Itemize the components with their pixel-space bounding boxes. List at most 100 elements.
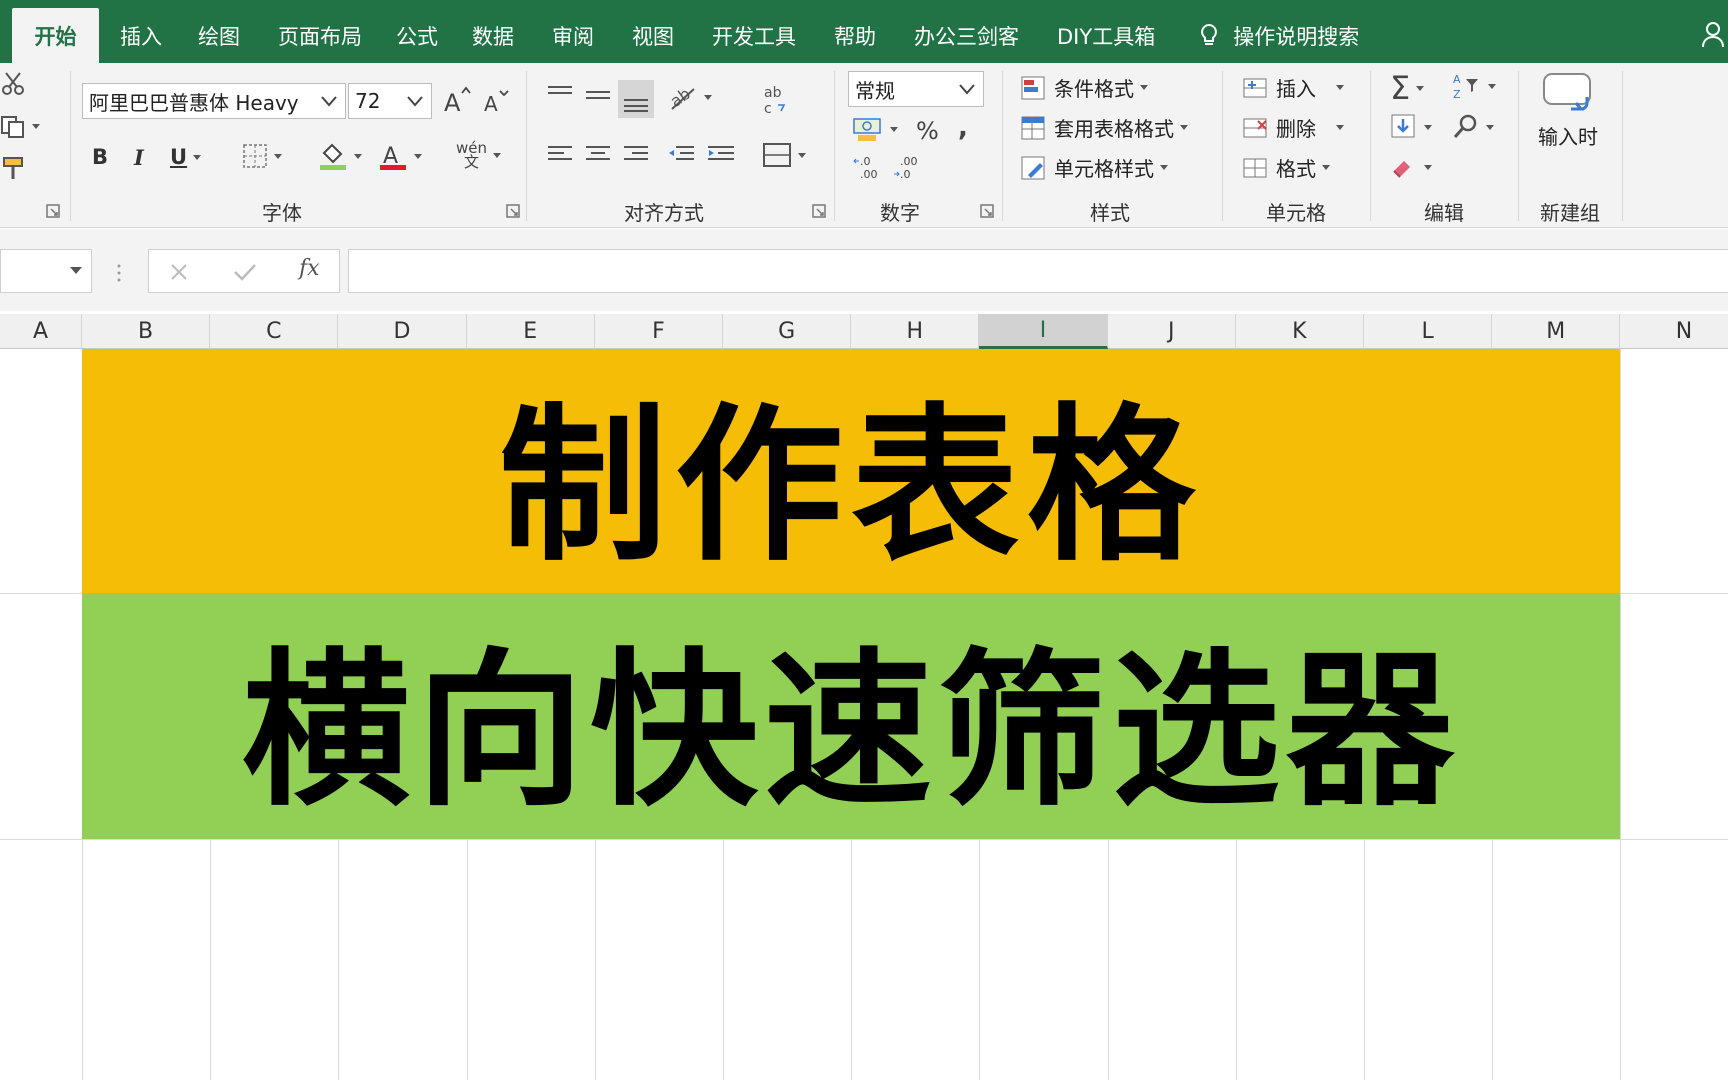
group-label-editing: 编辑	[1424, 201, 1464, 225]
decrease-indent-button[interactable]	[666, 143, 696, 167]
chevron-down-icon	[274, 153, 282, 159]
align-top-button[interactable]	[546, 83, 574, 107]
column-header-f[interactable]: F	[595, 314, 723, 349]
column-header-b[interactable]: B	[82, 314, 211, 349]
column-header-g[interactable]: G	[723, 314, 852, 349]
decrease-decimal-button[interactable]: .00.0	[892, 153, 922, 181]
tab-home[interactable]: 开始	[12, 8, 99, 63]
title-banner-cell[interactable]: 制作表格	[82, 349, 1620, 593]
drag-handle-icon[interactable]	[116, 263, 122, 283]
chevron-down-icon	[959, 84, 975, 95]
phonetic-guide-button[interactable]: wén 文	[456, 141, 502, 170]
column-header-c[interactable]: C	[210, 314, 339, 349]
column-header-d[interactable]: D	[338, 314, 467, 349]
increase-font-size-button[interactable]: A	[442, 85, 472, 115]
cut-button[interactable]	[0, 71, 26, 97]
font-size-select[interactable]: 72	[348, 83, 432, 119]
column-header-k[interactable]: K	[1236, 314, 1364, 349]
column-header-a[interactable]: A	[0, 314, 82, 349]
clipboard-launcher-icon[interactable]	[46, 204, 60, 218]
tab-data[interactable]: 数据	[459, 8, 527, 63]
increase-decimal-button[interactable]: .0.00	[852, 153, 882, 181]
subtitle-banner-cell[interactable]: 横向快速筛选器	[82, 593, 1620, 839]
input-time-label: 输入时	[1538, 125, 1598, 149]
svg-text:Z: Z	[1453, 88, 1461, 101]
find-select-button[interactable]	[1452, 113, 1494, 141]
svg-text:ab: ab	[764, 85, 782, 101]
column-header-l[interactable]: L	[1364, 314, 1493, 349]
fill-button[interactable]	[1390, 113, 1432, 141]
tab-formulas[interactable]: 公式	[383, 8, 451, 63]
number-launcher-icon[interactable]	[980, 204, 994, 218]
chevron-down-icon	[1322, 165, 1330, 170]
wrap-text-button[interactable]: ab c	[762, 83, 790, 117]
align-center-button[interactable]	[584, 143, 612, 167]
cell-styles-button[interactable]: 单元格样式	[1020, 153, 1168, 182]
checkmark-icon[interactable]	[233, 262, 257, 282]
clear-button[interactable]	[1390, 155, 1432, 179]
tab-insert[interactable]: 插入	[107, 8, 175, 63]
name-box[interactable]	[0, 249, 92, 293]
bold-button[interactable]: B	[92, 145, 108, 169]
format-as-table-button[interactable]: 套用表格格式	[1020, 113, 1188, 142]
input-time-button[interactable]: 输入时	[1538, 71, 1598, 150]
merge-center-button[interactable]	[762, 141, 806, 169]
percent-style-button[interactable]: %	[916, 117, 939, 145]
cancel-icon[interactable]	[169, 262, 189, 282]
align-middle-button[interactable]	[584, 83, 612, 107]
autosum-button[interactable]: Σ	[1390, 69, 1425, 107]
format-painter-button[interactable]	[0, 155, 26, 181]
insert-cells-button[interactable]: 插入	[1242, 73, 1344, 102]
format-cells-button[interactable]: 格式	[1242, 153, 1330, 182]
font-launcher-icon[interactable]	[506, 204, 520, 218]
format-cells-icon	[1243, 158, 1267, 177]
copy-button[interactable]	[0, 113, 40, 139]
align-left-button[interactable]	[546, 143, 574, 167]
tab-page-layout[interactable]: 页面布局	[265, 8, 375, 63]
worksheet-grid[interactable]: 制作表格 横向快速筛选器	[0, 349, 1728, 1080]
sort-filter-icon: AZ	[1453, 73, 1478, 101]
tab-draw[interactable]: 绘图	[185, 8, 253, 63]
column-header-h[interactable]: H	[851, 314, 980, 349]
column-header-m[interactable]: M	[1492, 314, 1621, 349]
insert-function-icon[interactable]: fx	[299, 256, 320, 281]
insert-cells-icon	[1243, 78, 1267, 97]
accounting-format-button[interactable]	[852, 115, 898, 143]
column-header-j[interactable]: J	[1108, 314, 1236, 349]
font-color-button[interactable]: A	[378, 141, 422, 171]
borders-button[interactable]	[242, 143, 282, 169]
decrease-font-size-button[interactable]: A	[482, 87, 510, 115]
align-bottom-button[interactable]	[618, 80, 654, 118]
column-header-n[interactable]: N	[1620, 314, 1728, 349]
chevron-down-icon	[321, 96, 337, 107]
column-header-i[interactable]: I	[979, 314, 1108, 349]
fill-color-button[interactable]	[318, 141, 362, 171]
user-icon[interactable]	[1702, 20, 1724, 48]
tab-diy-toolbox[interactable]: DIY工具箱	[1044, 8, 1168, 63]
align-right-button[interactable]	[622, 143, 650, 167]
delete-cells-button[interactable]: 删除	[1242, 113, 1344, 142]
comma-style-button[interactable]: ,	[958, 113, 968, 143]
indent-icon	[708, 146, 734, 160]
tab-developer[interactable]: 开发工具	[699, 8, 809, 63]
tab-office-addin[interactable]: 办公三剑客	[901, 8, 1032, 63]
tab-view[interactable]: 视图	[619, 8, 687, 63]
eraser-icon	[1393, 161, 1410, 178]
align-center-icon	[586, 146, 610, 160]
tab-review[interactable]: 审阅	[539, 8, 607, 63]
column-header-e[interactable]: E	[467, 314, 595, 349]
tab-help[interactable]: 帮助	[821, 8, 889, 63]
chevron-down-icon	[1424, 164, 1432, 170]
formula-input[interactable]	[348, 249, 1728, 293]
number-format-select[interactable]: 常规	[848, 71, 984, 107]
conditional-formatting-button[interactable]: 条件格式	[1020, 73, 1148, 102]
sigma-icon: Σ	[1390, 69, 1411, 107]
sort-filter-button[interactable]: AZ	[1452, 71, 1496, 101]
underline-button[interactable]: U	[170, 145, 202, 169]
increase-indent-button[interactable]	[706, 143, 736, 167]
tell-me-search[interactable]: 操作说明搜索	[1186, 8, 1372, 63]
orientation-button[interactable]: ab	[668, 83, 712, 111]
alignment-launcher-icon[interactable]	[812, 204, 826, 218]
italic-button[interactable]: I	[134, 145, 144, 170]
font-name-select[interactable]: 阿里巴巴普惠体 Heavy	[82, 83, 346, 119]
